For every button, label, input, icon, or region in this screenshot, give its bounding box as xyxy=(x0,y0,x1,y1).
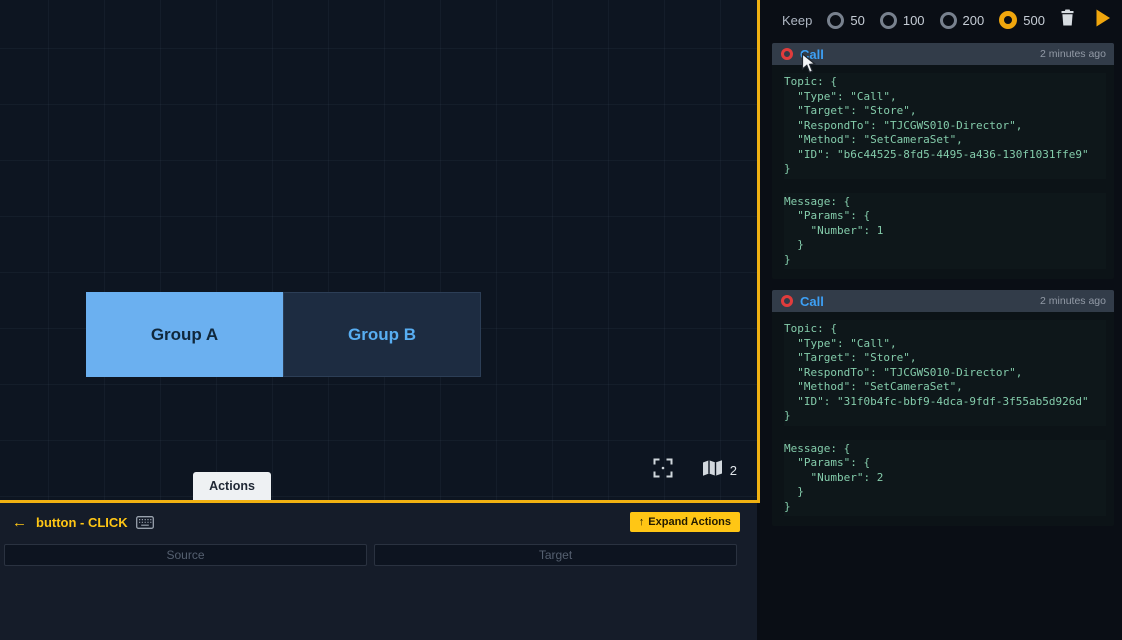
play-icon xyxy=(1094,8,1112,33)
back-arrow-icon[interactable]: ← xyxy=(12,515,27,530)
log-entry: Call 2 minutes ago Topic: { "Type": "Cal… xyxy=(772,43,1114,279)
action-editor-header: ← button - CLICK ↑ Expand Actions xyxy=(0,503,757,541)
clear-log-button[interactable] xyxy=(1060,9,1075,31)
log-toolbar: Keep 50 100 200 500 xyxy=(760,0,1122,40)
expand-arrow-icon: ↑ xyxy=(639,516,645,528)
log-entry-timestamp: 2 minutes ago xyxy=(1040,295,1106,307)
log-entry-timestamp: 2 minutes ago xyxy=(1040,48,1106,60)
canvas-toolbar: 2 xyxy=(652,457,737,484)
log-entry-header[interactable]: Call 2 minutes ago xyxy=(772,43,1114,65)
action-editor-panel: ← button - CLICK ↑ Expand Actions Source… xyxy=(0,503,757,640)
action-editor-fields: Source Target xyxy=(0,541,757,566)
group-b-button[interactable]: Group B xyxy=(283,292,481,377)
action-title: button - CLICK xyxy=(36,515,128,530)
keep-option-200[interactable]: 200 xyxy=(940,12,985,29)
log-entry-list: Call 2 minutes ago Topic: { "Type": "Cal… xyxy=(760,40,1122,526)
radio-icon xyxy=(880,12,897,29)
map-icon xyxy=(702,459,723,482)
log-topic-json: Topic: { "Type": "Call", "Target": "Stor… xyxy=(784,73,1106,179)
log-message-json: Message: { "Params": { "Number": 1 } } xyxy=(784,193,1106,270)
fit-view-button[interactable] xyxy=(652,457,674,484)
log-entry-title: Call xyxy=(800,294,824,309)
tab-actions[interactable]: Actions xyxy=(193,472,271,500)
log-message-json: Message: { "Params": { "Number": 2 } } xyxy=(784,440,1106,517)
keep-label: Keep xyxy=(782,13,812,28)
keep-option-100[interactable]: 100 xyxy=(880,12,925,29)
keep-option-label: 200 xyxy=(963,13,985,28)
keep-option-500[interactable]: 500 xyxy=(999,11,1045,29)
log-entry-header[interactable]: Call 2 minutes ago xyxy=(772,290,1114,312)
target-dropzone[interactable]: Target xyxy=(374,544,737,566)
log-panel: Keep 50 100 200 500 xyxy=(760,0,1122,640)
keyboard-icon xyxy=(136,516,154,529)
source-dropzone[interactable]: Source xyxy=(4,544,367,566)
group-b-label: Group B xyxy=(348,325,416,345)
play-button[interactable] xyxy=(1094,8,1112,33)
group-a-button[interactable]: Group A xyxy=(86,292,283,377)
record-dot-icon xyxy=(781,295,793,307)
log-topic-json: Topic: { "Type": "Call", "Target": "Stor… xyxy=(784,320,1106,426)
map-count: 2 xyxy=(730,463,737,478)
log-entry-title: Call xyxy=(800,47,824,62)
fit-view-icon xyxy=(652,457,674,484)
radio-selected-icon xyxy=(999,11,1017,29)
stage-canvas[interactable]: Group A Group B 2 Actions xyxy=(0,0,760,503)
group-a-label: Group A xyxy=(151,325,218,345)
expand-actions-label: Expand Actions xyxy=(648,516,731,528)
radio-icon xyxy=(940,12,957,29)
trash-icon xyxy=(1060,9,1075,31)
keep-option-label: 500 xyxy=(1023,13,1045,28)
map-toggle-button[interactable]: 2 xyxy=(702,459,737,482)
log-entry-body: Topic: { "Type": "Call", "Target": "Stor… xyxy=(772,312,1114,526)
log-entry: Call 2 minutes ago Topic: { "Type": "Cal… xyxy=(772,290,1114,526)
expand-actions-button[interactable]: ↑ Expand Actions xyxy=(630,512,740,532)
radio-icon xyxy=(827,12,844,29)
keep-option-label: 100 xyxy=(903,13,925,28)
log-entry-body: Topic: { "Type": "Call", "Target": "Stor… xyxy=(772,65,1114,279)
keep-option-50[interactable]: 50 xyxy=(827,12,864,29)
keep-option-label: 50 xyxy=(850,13,864,28)
record-dot-icon xyxy=(781,48,793,60)
